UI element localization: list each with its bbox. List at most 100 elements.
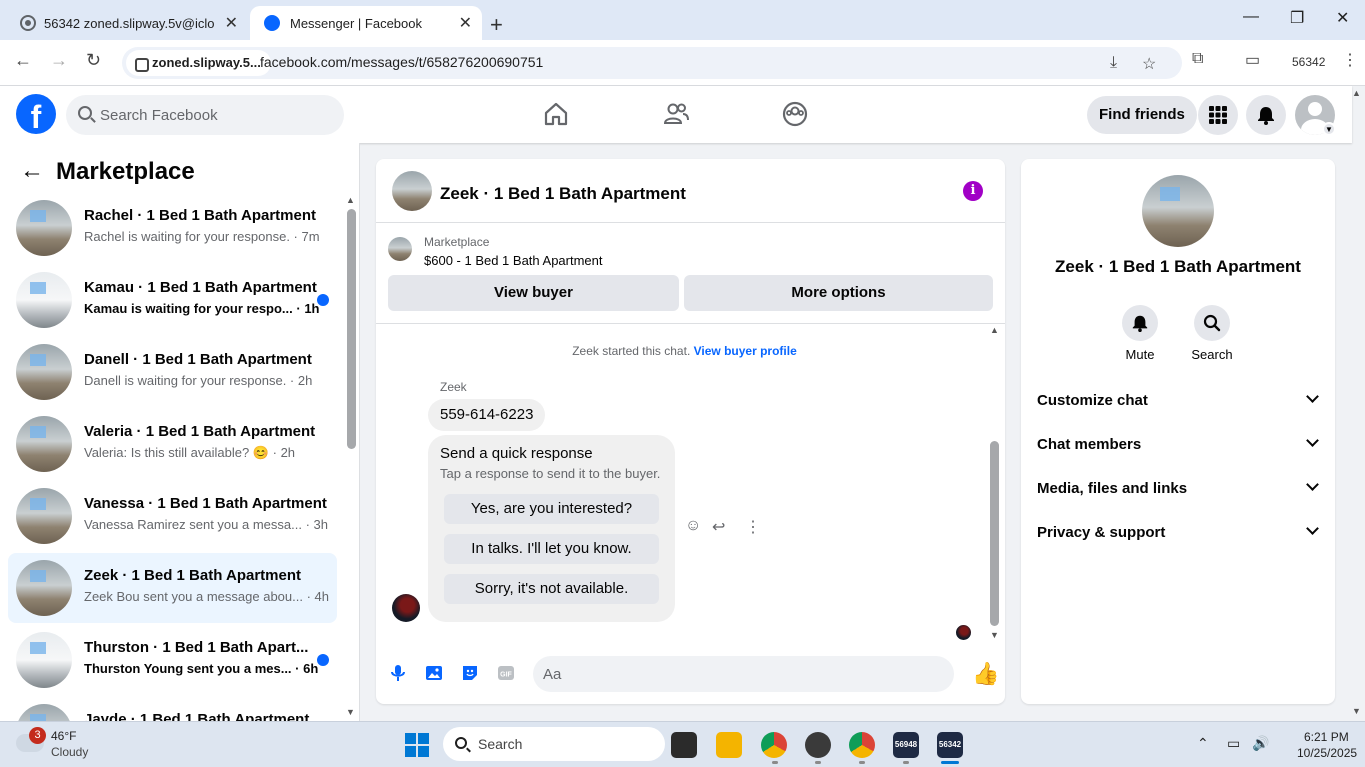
extensions-icon[interactable]: ⧉	[1192, 50, 1203, 68]
info-icon[interactable]: i	[963, 181, 983, 201]
chat-title[interactable]: Zeek · 1 Bed 1 Bath Apartment	[440, 184, 686, 204]
groups-icon[interactable]	[781, 100, 809, 128]
seen-indicator-avatar	[956, 625, 971, 640]
reload-button[interactable]: ↻	[86, 50, 101, 71]
close-window-button[interactable]: ✕	[1336, 8, 1349, 28]
chat-details-avatar[interactable]	[1142, 175, 1214, 247]
maximize-window-button[interactable]: ❐	[1290, 8, 1304, 28]
clock-time[interactable]: 6:21 PM	[1304, 730, 1349, 744]
customize-chat-row[interactable]: Customize chat	[1021, 379, 1335, 423]
url-text[interactable]: facebook.com/messages/t/658276200690751	[260, 54, 543, 70]
home-icon[interactable]	[542, 100, 570, 128]
menu-button[interactable]	[1198, 95, 1238, 135]
bell-icon	[1122, 305, 1158, 341]
find-friends-button[interactable]: Find friends	[1087, 96, 1197, 134]
conversation-item[interactable]: Kamau · 1 Bed 1 Bath Apartment Kamau is …	[8, 265, 337, 335]
conversation-item[interactable]: Rachel · 1 Bed 1 Bath Apartment Rachel i…	[8, 193, 337, 263]
more-actions-icon[interactable]: ⋮	[745, 517, 761, 537]
chrome-icon[interactable]	[761, 732, 787, 758]
microphone-icon[interactable]	[388, 663, 408, 683]
volume-icon[interactable]: 🔊	[1252, 735, 1269, 752]
app-badge: 56342	[938, 740, 962, 749]
new-tab-button[interactable]: +	[490, 8, 503, 42]
chat-scrollbar[interactable]	[990, 441, 999, 626]
conversation-item-active[interactable]: Zeek · 1 Bed 1 Bath Apartment Zeek Bou s…	[8, 553, 337, 623]
file-explorer-icon[interactable]	[716, 732, 742, 758]
unread-dot	[317, 654, 329, 666]
app-icon[interactable]	[805, 732, 831, 758]
scroll-up-arrow[interactable]: ▲	[990, 325, 999, 335]
page-scroll-up-arrow[interactable]: ▲	[1352, 88, 1361, 98]
bookmark-star-icon[interactable]: ☆	[1142, 54, 1156, 74]
thumbs-up-icon[interactable]: 👍	[972, 661, 999, 687]
forward-button[interactable]: →	[50, 50, 68, 71]
browser-menu-icon[interactable]: ⋮	[1342, 50, 1358, 70]
profile-button[interactable]: 56342	[1292, 55, 1325, 69]
scroll-up-arrow[interactable]: ▲	[346, 195, 355, 205]
chat-members-row[interactable]: Chat members	[1021, 423, 1335, 467]
conversation-item[interactable]: Danell · 1 Bed 1 Bath Apartment Danell i…	[8, 337, 337, 407]
minimize-window-button[interactable]: —	[1243, 8, 1259, 26]
network-icon[interactable]: ▭	[1227, 735, 1240, 752]
chevron-down-icon[interactable]: ▼	[1322, 122, 1336, 136]
view-buyer-button[interactable]: View buyer	[388, 275, 679, 311]
quick-response-button[interactable]: Yes, are you interested?	[444, 494, 659, 524]
conversation-item[interactable]: Jayde · 1 Bed 1 Bath Apartment	[8, 697, 337, 721]
taskbar-search[interactable]: Search	[443, 727, 665, 761]
gif-icon[interactable]: GIF	[496, 663, 516, 683]
weather-temperature[interactable]: 46°F	[51, 729, 76, 743]
facebook-search[interactable]	[66, 95, 344, 135]
listing-thumbnail	[388, 237, 412, 261]
sticker-icon[interactable]	[460, 663, 480, 683]
site-info-chip[interactable]: zoned.slipway.5...	[126, 50, 271, 76]
react-icon[interactable]: ☺	[685, 517, 701, 535]
quick-response-button[interactable]: Sorry, it's not available.	[444, 574, 659, 604]
profile-app-icon[interactable]: 56342	[937, 732, 963, 758]
notifications-button[interactable]	[1246, 95, 1286, 135]
back-button[interactable]: ←	[14, 50, 32, 71]
conversation-name: Zeek · 1 Bed 1 Bath Apartment	[84, 567, 301, 584]
conversation-item[interactable]: Valeria · 1 Bed 1 Bath Apartment Valeria…	[8, 409, 337, 479]
privacy-support-row[interactable]: Privacy & support	[1021, 511, 1335, 555]
friends-icon[interactable]	[662, 100, 690, 128]
browser-tab-icloud[interactable]: 56342 zoned.slipway.5v@icloud ✕	[8, 6, 248, 40]
browser-tab-messenger[interactable]: Messenger | Facebook ✕	[250, 6, 482, 40]
back-arrow-icon[interactable]: ←	[20, 157, 44, 185]
conversation-item[interactable]: Vanessa · 1 Bed 1 Bath Apartment Vanessa…	[8, 481, 337, 551]
search-input[interactable]	[100, 95, 330, 135]
clock-date[interactable]: 10/25/2025	[1297, 746, 1357, 760]
reply-icon[interactable]: ↩	[712, 517, 725, 537]
tab-search-icon[interactable]: ▭	[1245, 50, 1260, 70]
mute-button[interactable]: Mute	[1105, 305, 1175, 362]
photo-icon[interactable]	[424, 663, 444, 683]
address-bar[interactable]: zoned.slipway.5... facebook.com/messages…	[122, 47, 1182, 79]
close-tab-icon[interactable]: ✕	[459, 13, 472, 33]
weather-condition[interactable]: Cloudy	[51, 745, 88, 759]
chevron-down-icon	[1306, 478, 1319, 491]
conversation-item[interactable]: Thurston · 1 Bed 1 Bath Apart... Thursto…	[8, 625, 337, 695]
scroll-down-arrow[interactable]: ▼	[346, 707, 355, 717]
view-buyer-profile-link[interactable]: View buyer profile	[694, 344, 797, 358]
sidebar-scrollbar[interactable]	[347, 209, 356, 449]
tab-title: 56342 zoned.slipway.5v@icloud	[44, 15, 214, 31]
sender-avatar[interactable]	[392, 594, 420, 622]
chevron-up-icon[interactable]: ⌃	[1197, 735, 1209, 752]
more-options-button[interactable]: More options	[684, 275, 993, 311]
page-scroll-down-arrow[interactable]: ▼	[1352, 706, 1361, 716]
conversation-name: Kamau · 1 Bed 1 Bath Apartment	[84, 279, 317, 296]
close-tab-icon[interactable]: ✕	[225, 13, 238, 33]
windows-start-button[interactable]	[405, 733, 429, 757]
listing-thumbnail	[16, 416, 72, 472]
message-input[interactable]	[543, 656, 913, 692]
search-in-chat-button[interactable]: Search	[1177, 305, 1247, 362]
scroll-down-arrow[interactable]: ▼	[990, 630, 999, 640]
terminal-app-icon[interactable]	[671, 732, 697, 758]
quick-response-button[interactable]: In talks. I'll let you know.	[444, 534, 659, 564]
chat-avatar[interactable]	[392, 171, 432, 211]
install-app-icon[interactable]: ⤓	[1110, 54, 1117, 72]
message-bubble[interactable]: 559-614-6223	[428, 399, 546, 431]
chrome-icon[interactable]	[849, 732, 875, 758]
facebook-logo[interactable]: f	[16, 94, 56, 134]
media-files-links-row[interactable]: Media, files and links	[1021, 467, 1335, 511]
profile-app-icon[interactable]: 56948	[893, 732, 919, 758]
